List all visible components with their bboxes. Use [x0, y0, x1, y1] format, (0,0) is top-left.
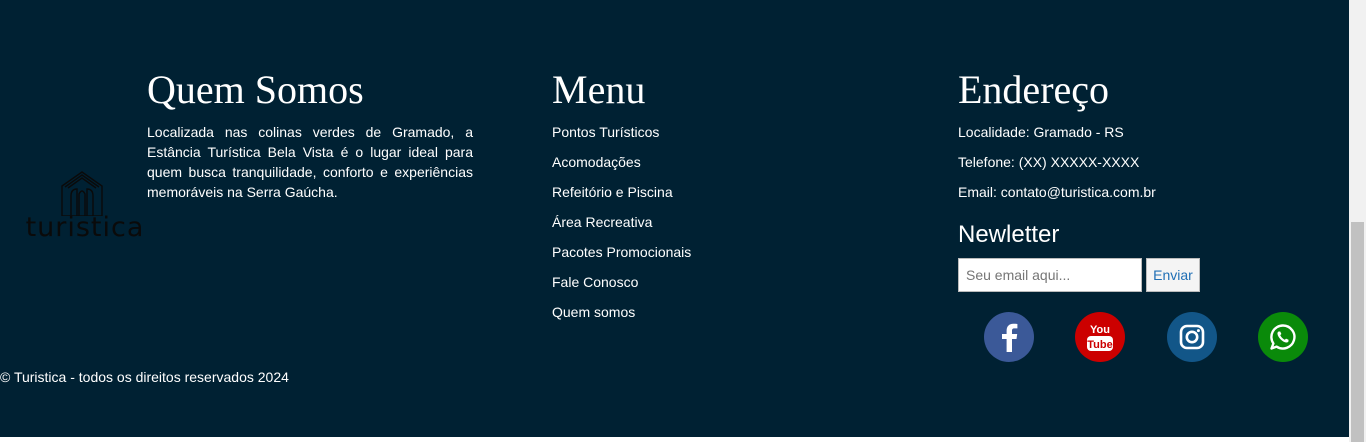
- site-footer: Quem Somos Localizada nas colinas verdes…: [0, 0, 1349, 437]
- facebook-button[interactable]: [984, 312, 1034, 362]
- about-title: Quem Somos: [147, 67, 364, 112]
- address-locality: Localidade: Gramado - RS: [958, 124, 1124, 140]
- menu-link-quem-somos[interactable]: Quem somos: [552, 304, 635, 320]
- facebook-icon: [1002, 323, 1018, 352]
- newsletter-title: Newletter: [958, 221, 1060, 248]
- instagram-button[interactable]: [1167, 312, 1217, 362]
- youtube-icon: You Tube: [1087, 324, 1113, 351]
- house-arches-icon: [61, 171, 103, 216]
- menu-item: Pacotes Promocionais: [552, 242, 691, 272]
- address-phone: Telefone: (XX) XXXXX-XXXX: [958, 154, 1140, 170]
- menu-link-pacotes-promocionais[interactable]: Pacotes Promocionais: [552, 244, 691, 260]
- copyright-text: © Turistica - todos os direitos reservad…: [0, 369, 289, 385]
- menu-item: Quem somos: [552, 302, 691, 332]
- menu-item: Pontos Turísticos: [552, 122, 691, 152]
- footer-menu: Pontos Turísticos Acomodações Refeitório…: [552, 122, 691, 332]
- address-email: Email: contato@turistica.com.br: [958, 184, 1156, 200]
- menu-link-acomodacoes[interactable]: Acomodações: [552, 154, 641, 170]
- address-title: Endereço: [958, 67, 1110, 112]
- menu-link-refeitorio-piscina[interactable]: Refeitório e Piscina: [552, 184, 673, 200]
- logo-wordmark: turistica: [25, 212, 145, 243]
- menu-item: Área Recreativa: [552, 212, 691, 242]
- menu-link-pontos-turisticos[interactable]: Pontos Turísticos: [552, 124, 659, 140]
- newsletter-email-input[interactable]: [958, 258, 1142, 292]
- menu-link-area-recreativa[interactable]: Área Recreativa: [552, 214, 652, 230]
- svg-text:Tube: Tube: [1087, 339, 1112, 351]
- menu-item: Fale Conosco: [552, 272, 691, 302]
- whatsapp-icon: [1270, 324, 1296, 350]
- scrollbar-thumb[interactable]: [1351, 222, 1364, 442]
- svg-text:You: You: [1090, 324, 1110, 336]
- instagram-icon: [1179, 324, 1205, 350]
- menu-item: Refeitório e Piscina: [552, 182, 691, 212]
- youtube-button[interactable]: You Tube: [1075, 312, 1125, 362]
- menu-item: Acomodações: [552, 152, 691, 182]
- menu-title: Menu: [552, 67, 646, 112]
- page-bottom-edge: [0, 437, 1349, 442]
- turistica-logo: turistica: [22, 170, 148, 244]
- newsletter-send-button[interactable]: Enviar: [1146, 258, 1200, 292]
- menu-link-fale-conosco[interactable]: Fale Conosco: [552, 274, 638, 290]
- whatsapp-button[interactable]: [1258, 312, 1308, 362]
- about-text: Localizada nas colinas verdes de Gramado…: [147, 124, 473, 200]
